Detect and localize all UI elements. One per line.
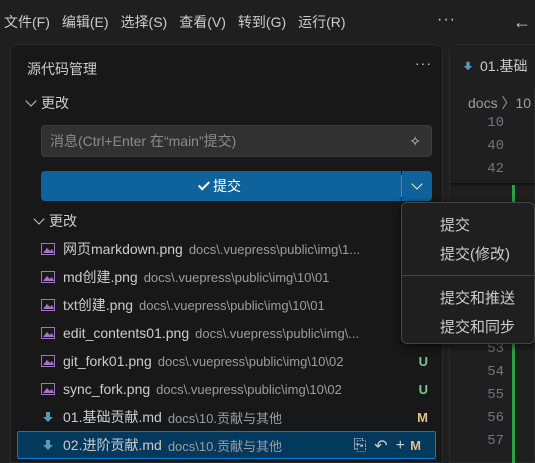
untracked-status-badge: U — [418, 353, 428, 369]
file-name: 01.基础贡献.md — [63, 409, 162, 425]
sticky-scroll-shadow — [450, 183, 535, 187]
file-path: docs\.vuepress\public\img\1... — [188, 241, 361, 257]
image-file-icon — [41, 243, 55, 255]
modified-status-badge: M — [410, 437, 421, 453]
tab-01-basic-contribution[interactable]: 01.基础 — [450, 45, 535, 87]
menu-divider — [402, 275, 535, 276]
changes-group-header[interactable]: 更改 — [33, 211, 77, 231]
section-label: 更改 — [41, 95, 69, 111]
line-numbers-top: 10 40 42 — [450, 115, 510, 184]
changes-section-header[interactable]: 更改 — [25, 93, 69, 113]
line-number: 54 — [487, 364, 504, 380]
menu-run[interactable]: 运行(R) — [292, 0, 351, 44]
image-file-icon — [41, 383, 55, 395]
commit-message-input[interactable] — [50, 133, 390, 149]
line-number: 57 — [487, 433, 504, 449]
line-number: 40 — [487, 138, 504, 154]
line-number: 53 — [487, 341, 504, 357]
image-file-icon — [41, 299, 55, 311]
file-name: git_fork01.png — [63, 353, 152, 369]
commit-options-menu: 提交 提交(修改) 提交和推送 提交和同步 — [401, 202, 535, 344]
panel-title: 源代码管理 — [27, 61, 97, 77]
markdown-file-icon — [43, 412, 53, 422]
open-file-icon[interactable]: ⎘ — [353, 437, 366, 455]
changed-files-list: 网页markdown.png docs\.vuepress\public\img… — [11, 235, 442, 459]
line-numbers-bottom: 53 54 55 56 57 — [450, 341, 510, 456]
chevron-down-icon — [25, 95, 37, 107]
commit-dropdown-button[interactable] — [402, 171, 432, 201]
chevron-down-icon — [411, 178, 423, 190]
changes-group-label: 更改 — [49, 213, 77, 229]
commit-message-field[interactable]: ✧ — [41, 125, 432, 157]
row-actions: ⎘ ↶ + — [353, 436, 405, 456]
untracked-status-badge: U — [418, 381, 428, 397]
source-control-panel: 源代码管理 ··· 更改 ✧ 提交 更改 网页markdown.png docs… — [10, 44, 443, 463]
list-item[interactable]: 01.基础贡献.md docs\10.贡献与其他 M — [11, 403, 442, 431]
chevron-down-icon — [33, 213, 45, 225]
back-arrow-icon[interactable]: ← — [513, 0, 531, 44]
breadcrumb[interactable]: docs 〉10 — [468, 93, 531, 113]
menu-go[interactable]: 转到(G) — [232, 0, 292, 44]
image-file-icon — [41, 327, 55, 339]
menu-more-button[interactable]: ··· — [437, 0, 456, 44]
line-number: 56 — [487, 410, 504, 426]
stage-changes-icon[interactable]: + — [396, 437, 405, 455]
file-path: docs\.vuepress\public\img\10\01 — [139, 297, 325, 313]
file-name: 02.进阶贡献.md — [63, 437, 162, 453]
sparkle-icon[interactable]: ✧ — [409, 133, 421, 150]
file-name: edit_contents01.png — [63, 325, 190, 341]
file-path: docs\.vuepress\public\img\10\02 — [157, 353, 344, 369]
menu-item-commit-sync[interactable]: 提交和同步 — [440, 316, 515, 337]
file-path: docs\10.贡献与其他 — [167, 438, 282, 454]
line-number: 10 — [487, 115, 504, 131]
list-item[interactable]: git_fork01.png docs\.vuepress\public\img… — [11, 347, 442, 375]
menu-item-commit[interactable]: 提交 — [440, 214, 470, 235]
list-item[interactable]: sync_fork.png docs\.vuepress\public\img\… — [11, 375, 442, 403]
markdown-file-icon — [463, 61, 473, 71]
image-file-icon — [41, 271, 55, 283]
check-icon — [197, 177, 211, 191]
file-path: docs\.vuepress\public\img\... — [195, 325, 360, 341]
list-item[interactable]: edit_contents01.png docs\.vuepress\publi… — [11, 319, 442, 347]
file-path: docs\.vuepress\public\img\10\02 — [156, 381, 342, 397]
menu-view[interactable]: 查看(V) — [173, 0, 232, 44]
commit-button-label: 提交 — [213, 178, 241, 194]
file-path: docs\.vuepress\public\img\10\01 — [143, 269, 330, 285]
file-name: txt创建.png — [63, 297, 134, 313]
list-item[interactable]: md创建.png docs\.vuepress\public\img\10\01 — [11, 263, 442, 291]
file-name: 网页markdown.png — [63, 241, 183, 257]
line-number: 55 — [487, 387, 504, 403]
line-number: 42 — [487, 161, 504, 177]
image-file-icon — [41, 355, 55, 367]
menu-selection[interactable]: 选择(S) — [115, 0, 174, 44]
list-item[interactable]: 网页markdown.png docs\.vuepress\public\img… — [11, 235, 442, 263]
file-name: md创建.png — [63, 269, 138, 285]
menu-edit[interactable]: 编辑(E) — [56, 0, 115, 44]
file-path: docs\10.贡献与其他 — [167, 410, 282, 426]
menu-item-commit-push[interactable]: 提交和推送 — [440, 287, 515, 308]
list-item[interactable]: txt创建.png docs\.vuepress\public\img\10\0… — [11, 291, 442, 319]
discard-changes-icon[interactable]: ↶ — [374, 436, 387, 456]
commit-button[interactable]: 提交 — [41, 171, 401, 201]
tab-label: 01.基础 — [480, 58, 528, 74]
list-item-selected[interactable]: 02.进阶贡献.md docs\10.贡献与其他 ⎘ ↶ + M — [17, 431, 436, 459]
menu-file[interactable]: 文件(F) — [0, 0, 56, 44]
panel-more-icon[interactable]: ··· — [415, 55, 432, 71]
markdown-file-icon — [43, 440, 53, 450]
file-name: sync_fork.png — [63, 381, 151, 397]
modified-status-badge: M — [417, 409, 428, 425]
menu-item-commit-amend[interactable]: 提交(修改) — [440, 243, 510, 264]
